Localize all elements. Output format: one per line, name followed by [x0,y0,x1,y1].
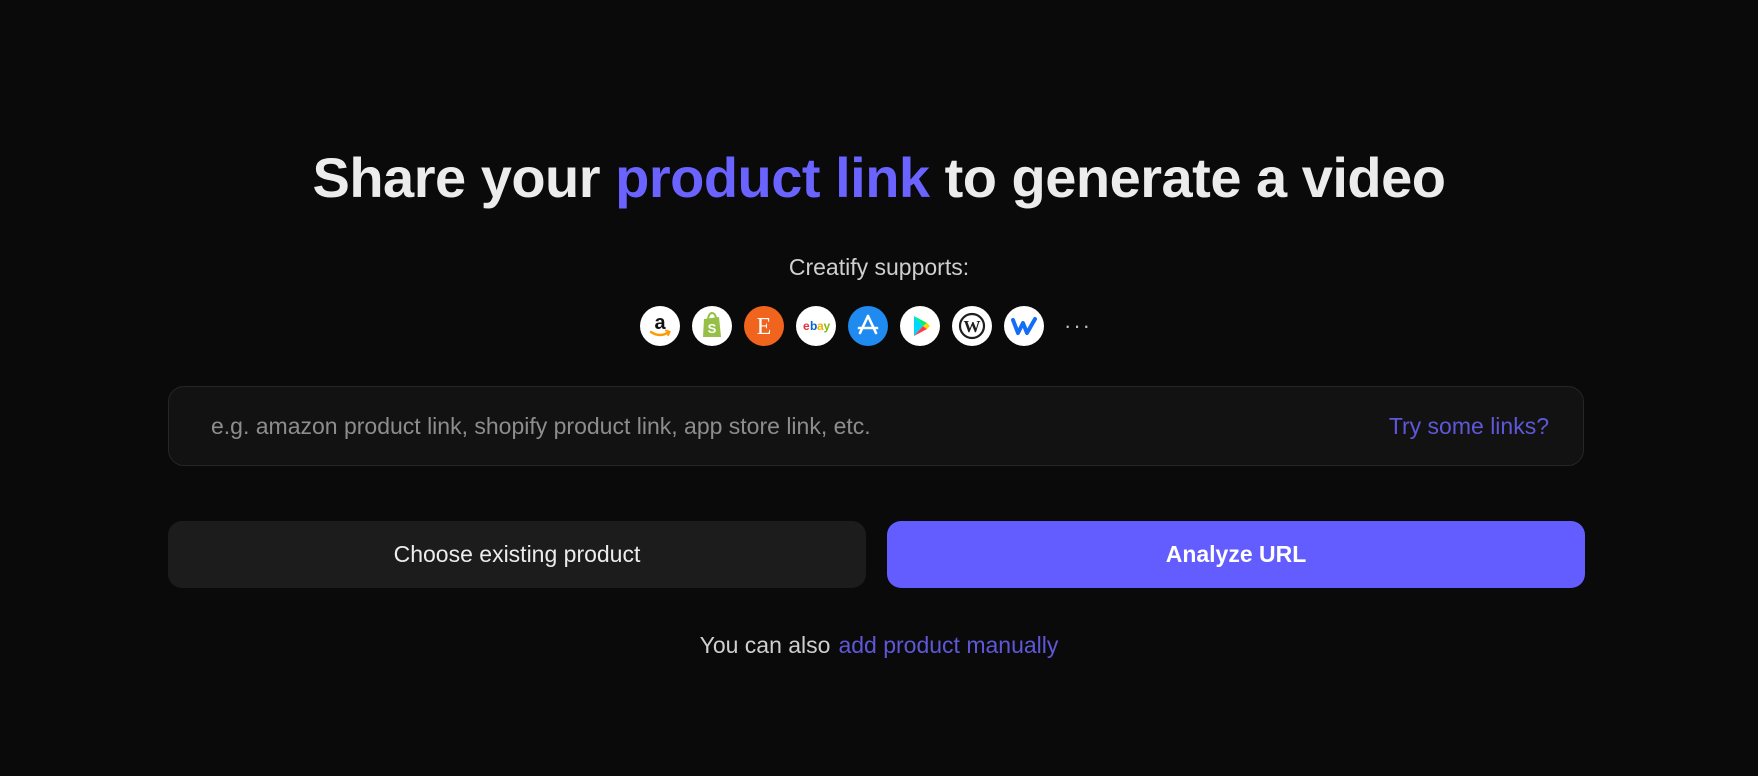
google-play-logo-icon [900,306,940,346]
add-product-manually-link[interactable]: add product manually [838,632,1058,658]
try-some-links-link[interactable]: Try some links? [1389,413,1549,440]
ebay-logo-icon: e b a y [796,306,836,346]
svg-text:E: E [757,314,772,340]
supported-platforms: a S E e b a y W ··· [640,305,1100,347]
choose-existing-product-button[interactable]: Choose existing product [168,521,866,588]
manual-add-prefix: You can also [699,632,831,658]
title-accent: product link [615,146,930,209]
shopify-logo-icon: S [692,306,732,346]
svg-text:a: a [654,312,666,334]
supports-label: Creatify supports: [788,254,970,280]
amazon-logo-icon: a [640,306,680,346]
svg-text:y: y [824,319,831,333]
product-link-page: Share your product link to generate a vi… [0,0,1758,776]
webflow-logo-icon [1004,306,1044,346]
title-prefix: Share your [312,146,616,209]
product-url-box: Try some links? [168,386,1584,466]
svg-text:e: e [803,319,810,333]
app-store-logo-icon [848,306,888,346]
wordpress-logo-icon: W [952,306,992,346]
etsy-logo-icon: E [744,306,784,346]
more-platforms-icon: ··· [1064,313,1092,338]
page-title: Share your product link to generate a vi… [0,140,1758,216]
title-suffix: to generate a video [929,146,1446,209]
product-url-input[interactable] [209,405,1389,447]
svg-text:S: S [708,321,717,336]
analyze-url-button[interactable]: Analyze URL [887,521,1585,588]
svg-text:W: W [964,317,981,336]
manual-add-hint: You can also add product manually [0,632,1758,659]
